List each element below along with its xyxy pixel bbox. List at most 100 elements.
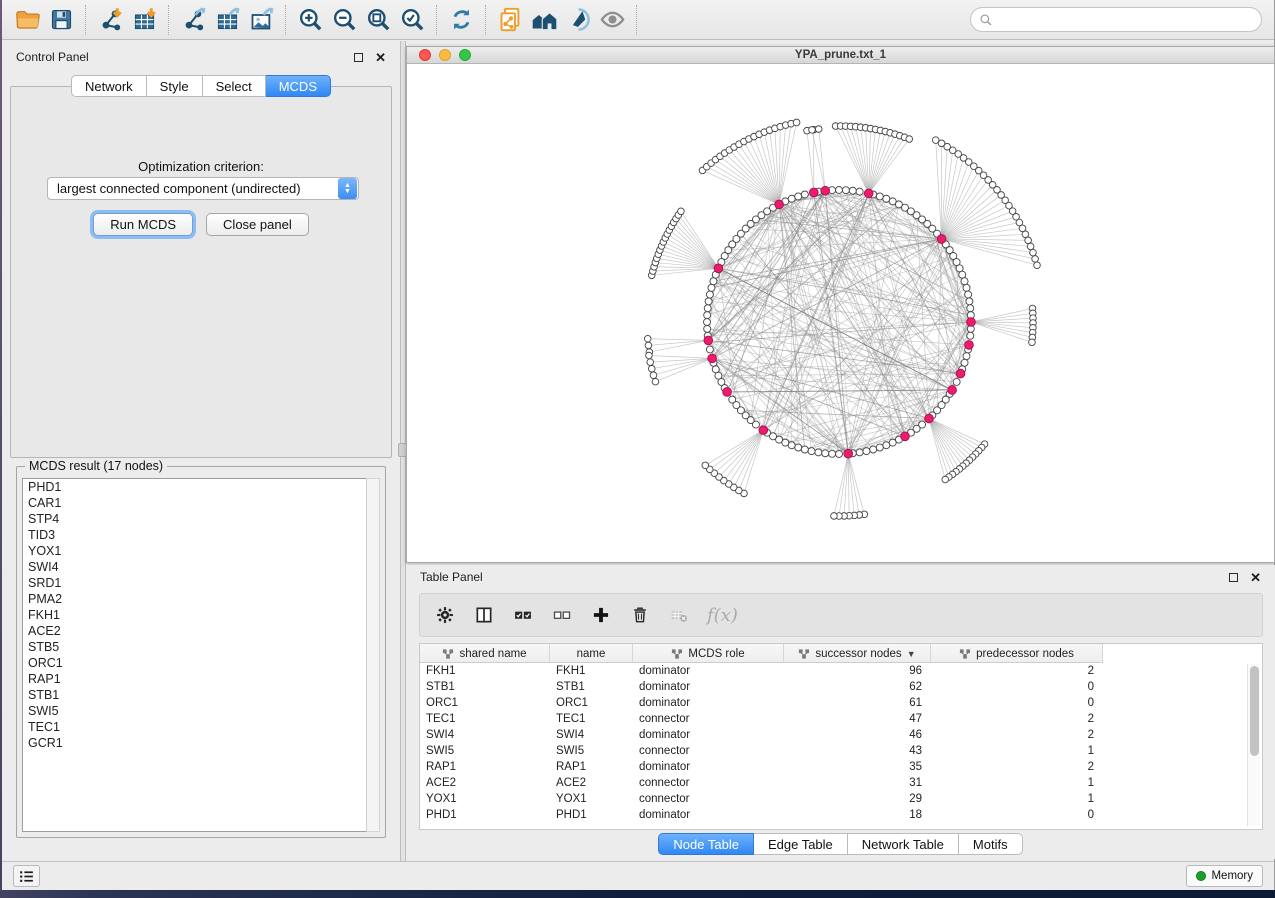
deselect-all-button[interactable]	[551, 604, 573, 626]
mcds-result-item[interactable]: ACE2	[23, 623, 367, 639]
network-node[interactable]	[849, 187, 856, 194]
cell-name[interactable]: TEC1	[550, 713, 633, 725]
status-menu-button[interactable]	[13, 865, 40, 887]
network-window-titlebar[interactable]: YPA_prune.txt_1	[407, 47, 1274, 64]
network-graph[interactable]	[407, 64, 1274, 562]
network-hub-node[interactable]	[901, 432, 910, 441]
cell-name[interactable]: YOX1	[550, 793, 633, 805]
cell-name[interactable]: SWI5	[550, 745, 633, 757]
network-node[interactable]	[856, 449, 863, 456]
cell-predecessors[interactable]: 2	[931, 713, 1103, 725]
network-node[interactable]	[704, 325, 711, 332]
network-hub-node[interactable]	[810, 188, 819, 197]
network-node[interactable]	[876, 444, 883, 451]
network-node[interactable]	[966, 298, 973, 305]
cell-role[interactable]: dominator	[633, 729, 784, 741]
cell-shared_name[interactable]: SWI5	[420, 745, 550, 757]
tab-select[interactable]: Select	[203, 75, 266, 97]
network-hub-node[interactable]	[714, 264, 723, 273]
network-hub-node[interactable]	[948, 386, 957, 395]
tab-mcds[interactable]: MCDS	[266, 75, 331, 97]
share-document-button[interactable]	[493, 3, 527, 37]
cell-role[interactable]: dominator	[633, 809, 784, 821]
add-row-button[interactable]	[590, 604, 612, 626]
export-network-button[interactable]	[176, 3, 210, 37]
mcds-result-item[interactable]: FKH1	[23, 607, 367, 623]
column-header-predecessor-nodes[interactable]: predecessor nodes	[931, 644, 1103, 663]
network-node[interactable]	[788, 195, 795, 202]
network-node[interactable]	[963, 284, 970, 291]
column-header-shared-name[interactable]: shared name	[420, 644, 550, 663]
network-node[interactable]	[706, 291, 713, 298]
table-vertical-scrollbar[interactable]	[1247, 664, 1260, 826]
mcds-result-item[interactable]: TID3	[23, 527, 367, 543]
network-node[interactable]	[793, 119, 800, 126]
mcds-result-item[interactable]: ORC1	[23, 655, 367, 671]
network-hub-node[interactable]	[723, 388, 732, 397]
cell-predecessors[interactable]: 1	[931, 745, 1103, 757]
column-header-name[interactable]: name	[550, 644, 633, 663]
mcds-result-item[interactable]: SRD1	[23, 575, 367, 591]
network-node[interactable]	[1029, 339, 1036, 346]
network-node[interactable]	[704, 312, 711, 319]
cell-shared_name[interactable]: YOX1	[420, 793, 550, 805]
network-node[interactable]	[961, 278, 968, 285]
network-node[interactable]	[815, 126, 822, 133]
column-header-successor-nodes[interactable]: successor nodes▼	[784, 644, 931, 663]
mcds-result-item[interactable]: STP4	[23, 511, 367, 527]
table-row[interactable]: PHD1PHD1dominator180	[420, 807, 1262, 823]
cell-successors[interactable]: 62	[784, 681, 931, 693]
close-panel-button[interactable]: Close panel	[206, 213, 309, 236]
network-hub-node[interactable]	[965, 341, 974, 350]
close-table-panel-icon[interactable]: ✕	[1250, 573, 1261, 582]
cell-shared_name[interactable]: PHD1	[420, 809, 550, 821]
network-node[interactable]	[644, 335, 651, 342]
zoom-selected-button[interactable]	[395, 3, 429, 37]
network-node[interactable]	[652, 378, 659, 385]
mcds-result-item[interactable]: RAP1	[23, 671, 367, 687]
table-row[interactable]: SWI5SWI5connector431	[420, 743, 1262, 759]
network-hub-node[interactable]	[775, 200, 784, 209]
network-hub-node[interactable]	[937, 235, 946, 244]
network-node[interactable]	[706, 346, 713, 353]
mcds-result-item[interactable]: SWI5	[23, 703, 367, 719]
network-node[interactable]	[831, 513, 838, 520]
mcds-result-scrollbar[interactable]	[366, 478, 380, 832]
network-node[interactable]	[729, 396, 736, 403]
network-node[interactable]	[809, 127, 816, 134]
cell-successors[interactable]: 47	[784, 713, 931, 725]
export-image-button[interactable]	[244, 3, 278, 37]
delete-row-button[interactable]	[629, 604, 651, 626]
cell-successors[interactable]: 29	[784, 793, 931, 805]
scrollbar-thumb[interactable]	[1250, 666, 1259, 756]
home-button[interactable]	[527, 3, 561, 37]
mcds-result-item[interactable]: PHD1	[23, 479, 367, 495]
network-node[interactable]	[1025, 237, 1032, 244]
table-row[interactable]: YOX1YOX1connector291	[420, 791, 1262, 807]
cell-shared_name[interactable]: SWI4	[420, 729, 550, 741]
cell-name[interactable]: SWI4	[550, 729, 633, 741]
cell-role[interactable]: connector	[633, 793, 784, 805]
network-node[interactable]	[942, 476, 949, 483]
network-node[interactable]	[808, 448, 815, 455]
cell-predecessors[interactable]: 0	[931, 697, 1103, 709]
mcds-result-item[interactable]: GCR1	[23, 735, 367, 751]
network-node[interactable]	[648, 365, 655, 372]
network-hub-node[interactable]	[925, 414, 934, 423]
network-node[interactable]	[876, 193, 883, 200]
cell-name[interactable]: STB1	[550, 681, 633, 693]
cell-successors[interactable]: 61	[784, 697, 931, 709]
tab-motifs[interactable]: Motifs	[959, 833, 1023, 855]
cell-predecessors[interactable]: 2	[931, 761, 1103, 773]
cell-role[interactable]: connector	[633, 745, 784, 757]
tab-network-table[interactable]: Network Table	[848, 833, 959, 855]
network-node[interactable]	[795, 444, 802, 451]
float-panel-icon[interactable]	[354, 53, 363, 62]
network-node[interactable]	[836, 451, 843, 458]
mcds-result-item[interactable]: STB1	[23, 687, 367, 703]
mcds-result-item[interactable]: STB5	[23, 639, 367, 655]
network-node[interactable]	[702, 462, 709, 469]
network-node[interactable]	[647, 359, 654, 366]
cell-shared_name[interactable]: RAP1	[420, 761, 550, 773]
network-node[interactable]	[801, 191, 808, 198]
